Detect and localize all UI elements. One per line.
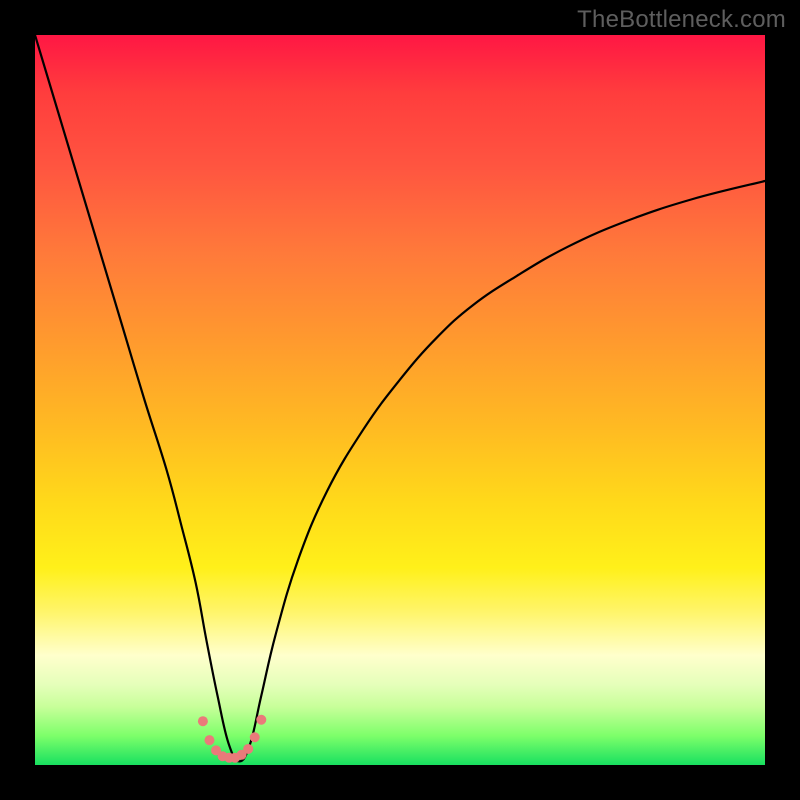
chart-svg	[35, 35, 765, 765]
trough-marker	[243, 744, 253, 754]
trough-marker	[198, 716, 208, 726]
watermark-text: TheBottleneck.com	[577, 6, 786, 34]
chart-frame: TheBottleneck.com	[0, 0, 800, 800]
trough-marker	[204, 735, 214, 745]
trough-marker	[256, 715, 266, 725]
trough-marker	[250, 732, 260, 742]
bottleneck-curve	[35, 35, 765, 761]
